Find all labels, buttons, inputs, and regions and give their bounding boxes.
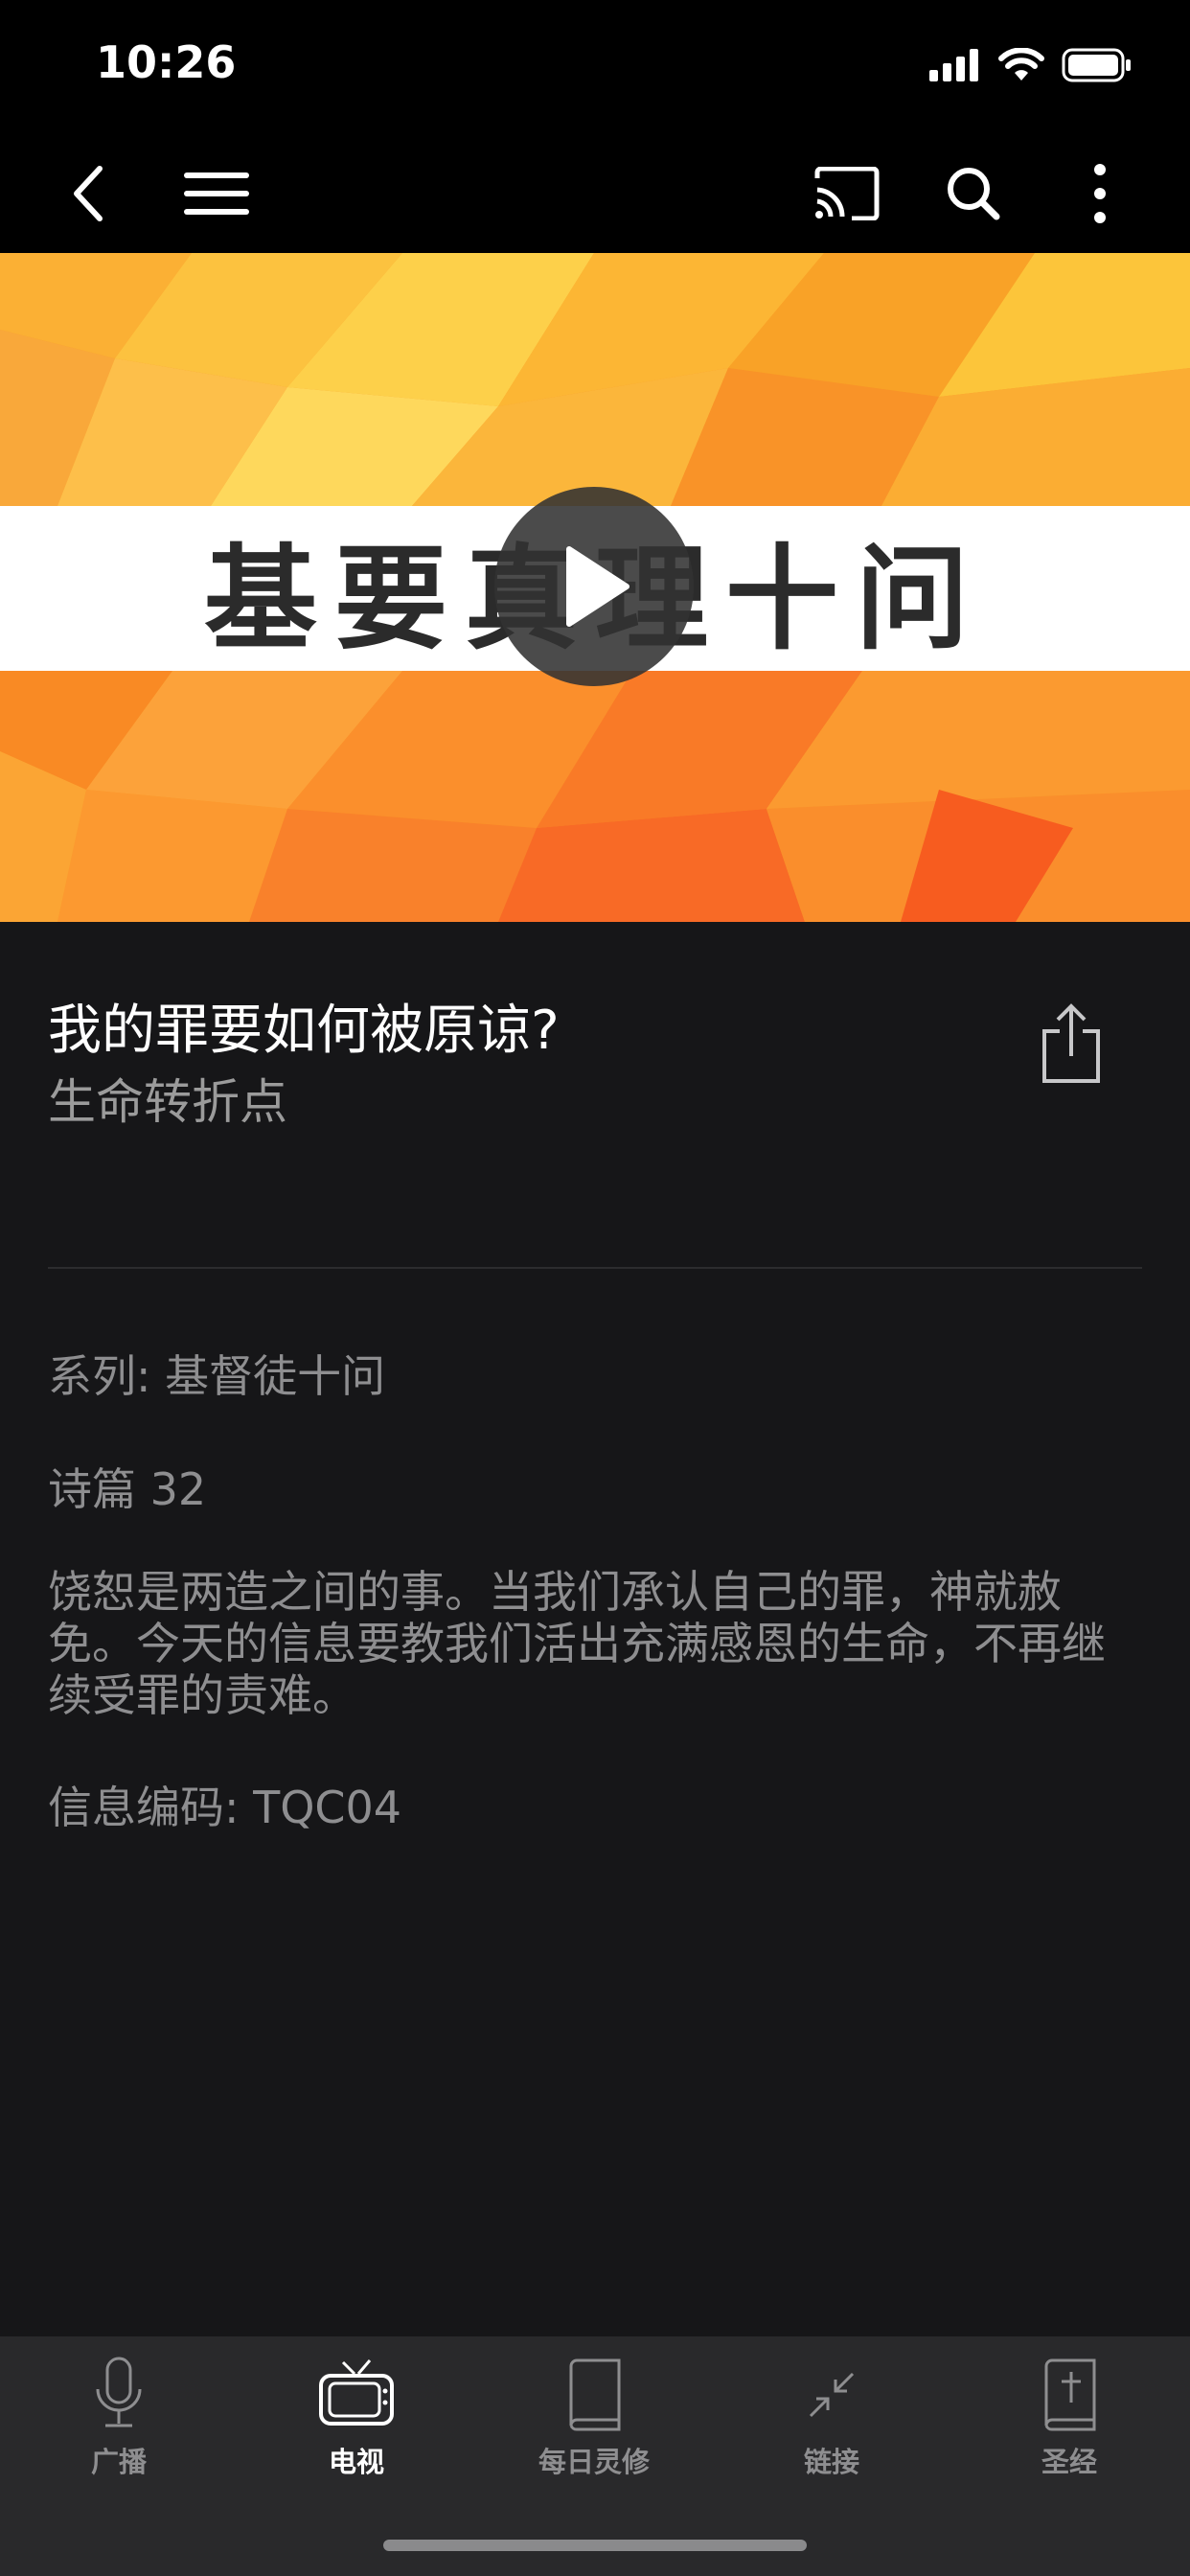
program-name: 生命转折点 (48, 1074, 287, 1130)
status-time: 10:26 (96, 36, 237, 88)
series-label: 系列: 基督徒十问 (48, 1350, 386, 1402)
status-icons (929, 46, 1133, 84)
message-code: 信息编码: TQC04 (48, 1782, 402, 1833)
link-icon (809, 2372, 855, 2418)
hamburger-menu-icon (184, 172, 249, 215)
microphone-icon (96, 2357, 142, 2427)
tab-radio[interactable]: 广播 (23, 2354, 215, 2488)
video-thumbnail[interactable]: 基要真理十问 (0, 253, 1190, 922)
battery-icon (1062, 48, 1131, 82)
signal-icon (929, 49, 978, 81)
more-vertical-icon (1094, 164, 1106, 223)
tab-tv[interactable]: 电视 (261, 2354, 452, 2488)
tab-label: 链接 (803, 2446, 859, 2478)
share-button[interactable] (1035, 1000, 1108, 1087)
status-bar: 10:26 (0, 0, 1190, 134)
back-button[interactable] (48, 153, 128, 234)
scripture-reference: 诗篇 32 (48, 1463, 207, 1515)
tab-links[interactable]: 链接 (736, 2354, 927, 2488)
menu-button[interactable] (176, 153, 257, 234)
message-title: 我的罪要如何被原谅? (48, 1000, 560, 1062)
tab-label: 广播 (90, 2446, 147, 2478)
play-button[interactable] (494, 487, 694, 686)
search-icon (948, 168, 1000, 220)
tab-label: 电视 (328, 2446, 384, 2478)
wifi-icon (998, 48, 1044, 80)
tab-devotional[interactable]: 每日灵修 (498, 2354, 690, 2488)
cast-icon (814, 167, 880, 220)
more-options-button[interactable] (1060, 153, 1140, 234)
message-description: 饶恕是两造之间的事。当我们承认自己的罪，神就赦免。今天的信息要教我们活出充满感恩… (48, 1566, 1106, 1721)
book-icon (569, 2358, 621, 2431)
tv-icon (319, 2359, 394, 2426)
back-chevron-icon (74, 166, 103, 221)
share-icon (1042, 1003, 1100, 1083)
play-icon (566, 546, 629, 627)
bible-icon (1044, 2358, 1096, 2431)
tab-label: 圣经 (1041, 2446, 1097, 2478)
search-button[interactable] (933, 153, 1014, 234)
divider (48, 1267, 1142, 1269)
tab-label: 每日灵修 (538, 2446, 650, 2478)
home-indicator[interactable] (383, 2540, 807, 2551)
navigation-bar (0, 134, 1190, 253)
tab-bible[interactable]: 圣经 (973, 2354, 1165, 2488)
cast-button[interactable] (807, 153, 887, 234)
